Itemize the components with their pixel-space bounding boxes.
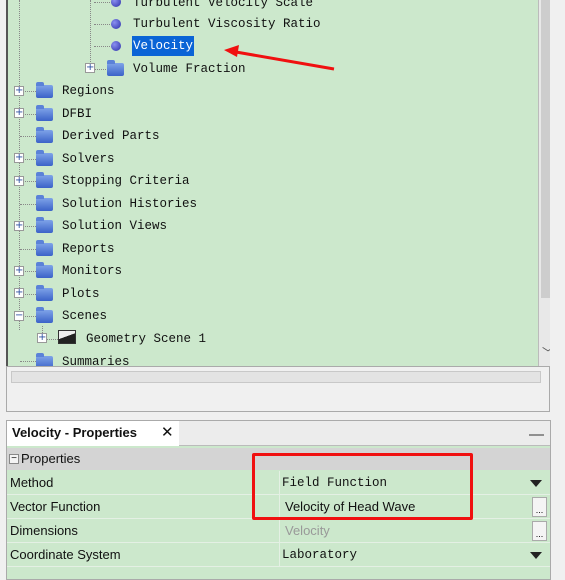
annotation-arrow bbox=[224, 45, 335, 71]
arrow-head bbox=[224, 45, 239, 57]
arrow-shaft bbox=[235, 50, 335, 71]
